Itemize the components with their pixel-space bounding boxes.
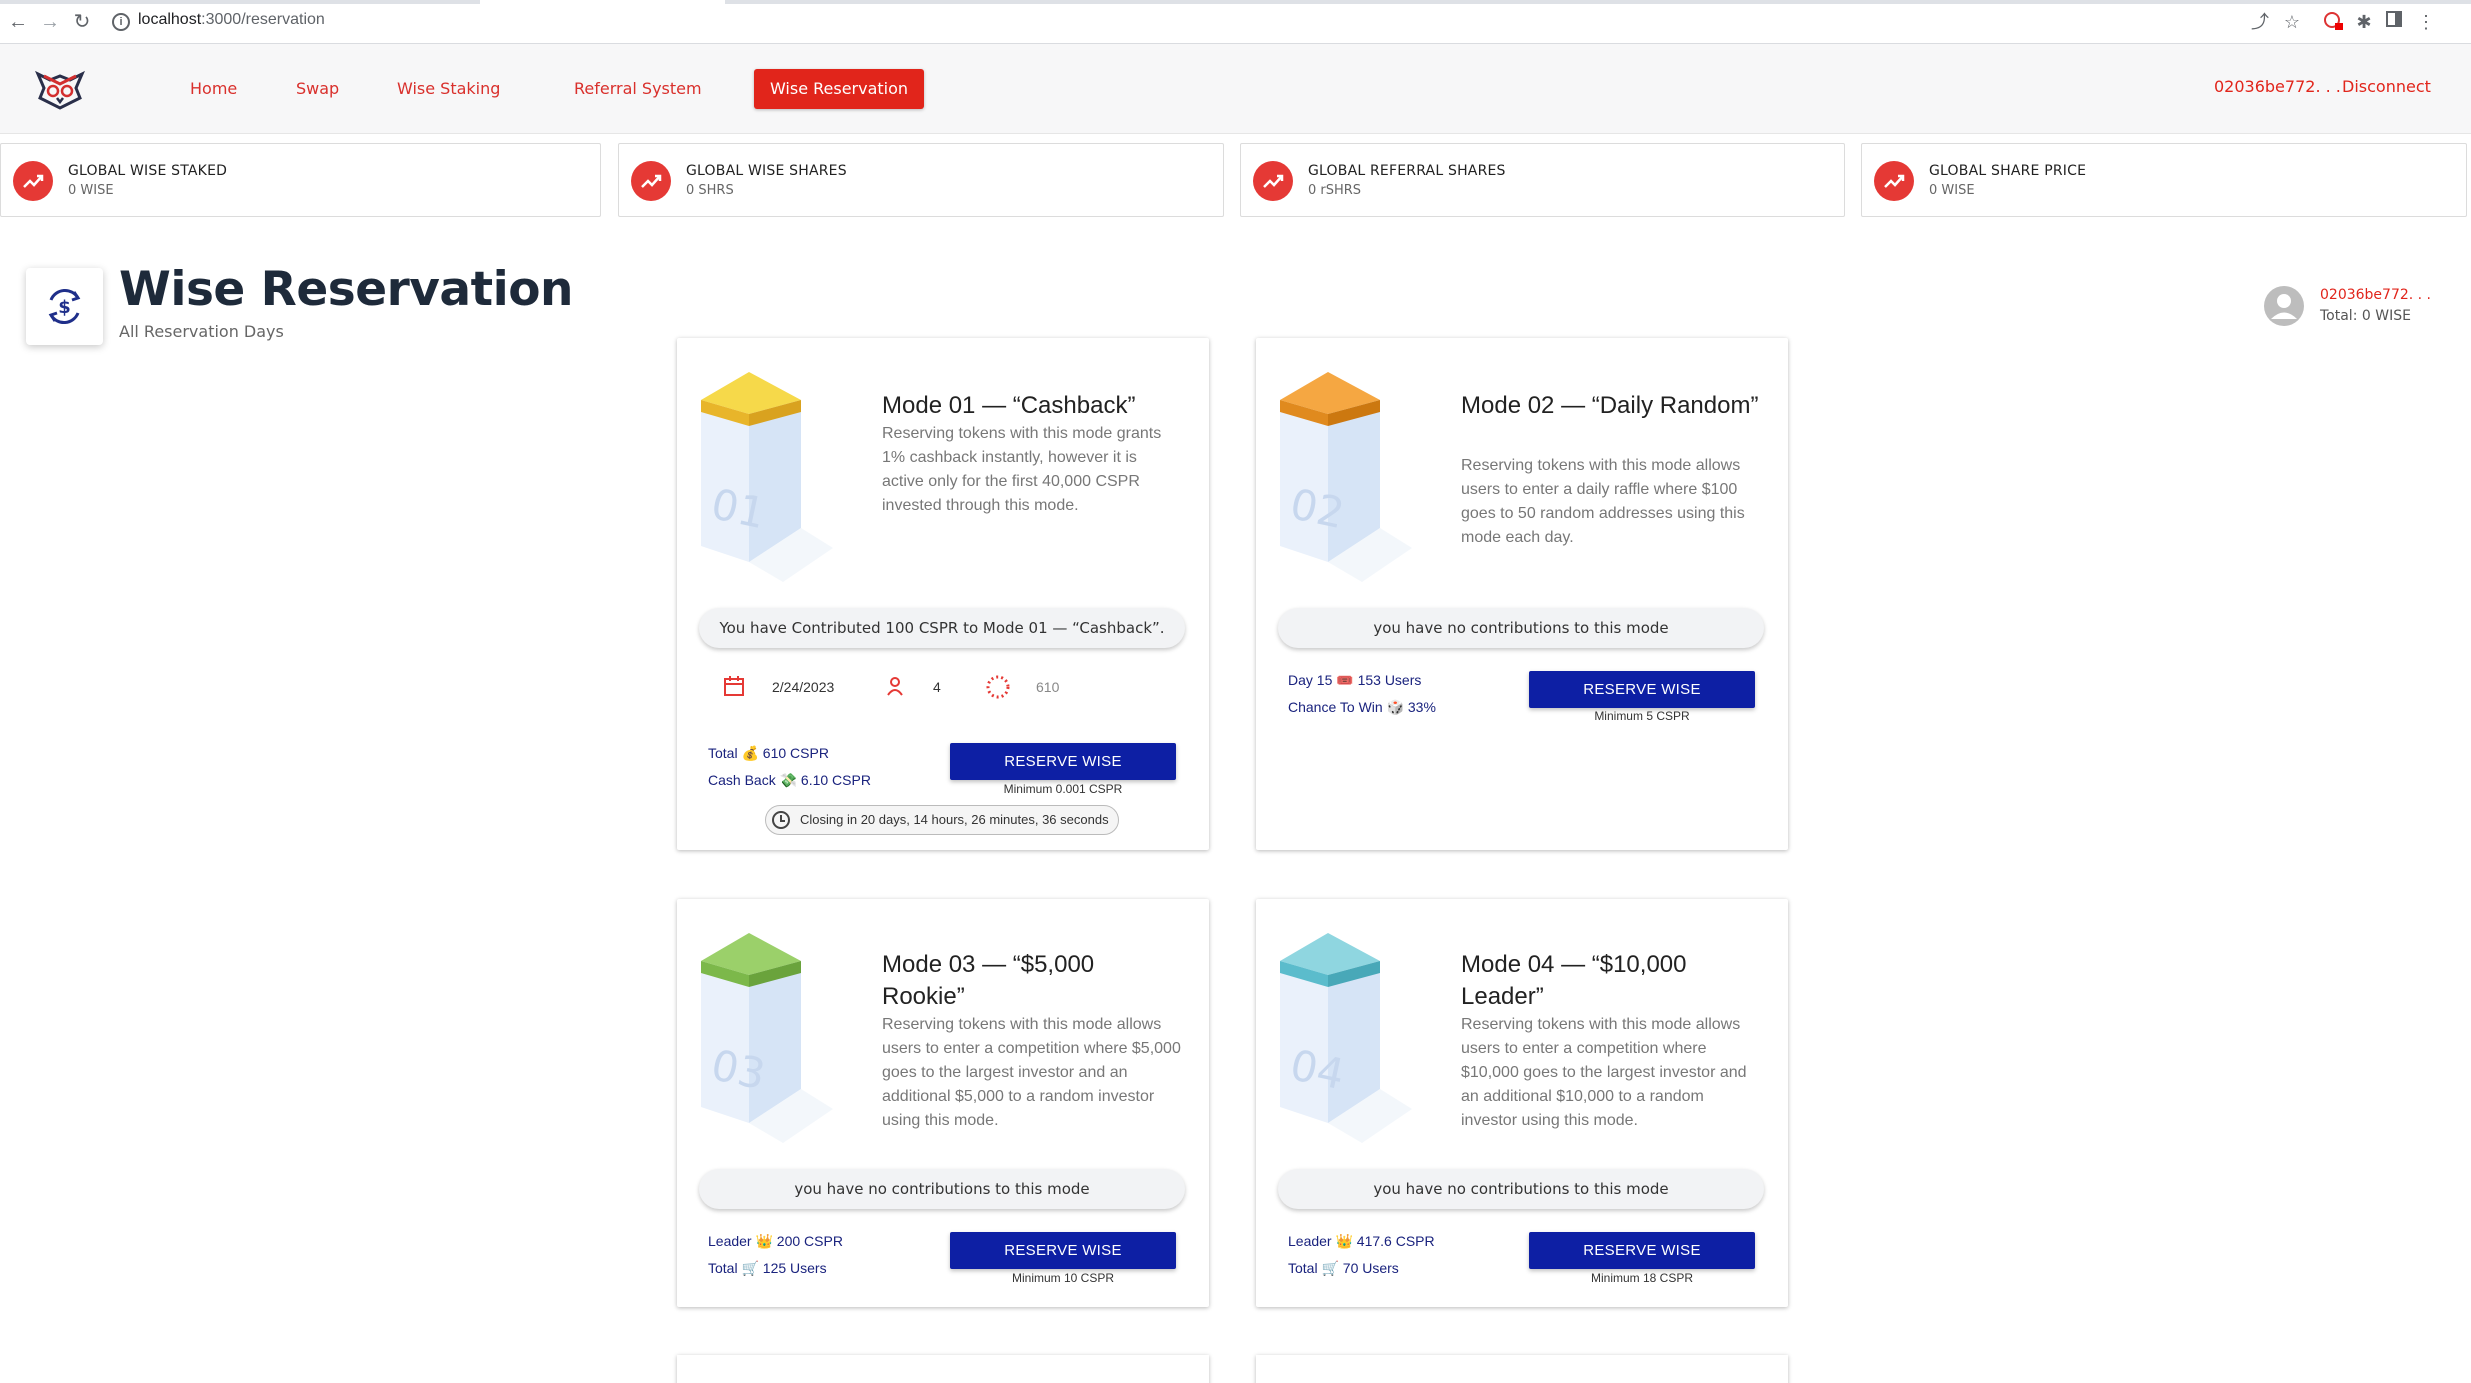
- contribution-status: you have no contributions to this mode: [1278, 608, 1764, 648]
- cube-03-icon: 03: [701, 933, 833, 1143]
- stat-value: 0 WISE: [1929, 183, 1975, 198]
- leader-amount: Leader 👑 417.6 CSPR: [1288, 1233, 1435, 1249]
- person-icon: [884, 675, 906, 702]
- total-users: Total 🛒 125 Users: [708, 1260, 827, 1276]
- trending-up-icon: [1253, 161, 1293, 201]
- wallet-address[interactable]: 02036be772. . .: [2214, 77, 2341, 96]
- reservation-dollar-icon: $: [26, 268, 103, 345]
- page-subtitle: All Reservation Days: [119, 322, 284, 341]
- svg-text:$: $: [58, 297, 71, 318]
- site-info-icon[interactable]: i: [112, 13, 130, 31]
- progress-value: 610: [1036, 679, 1060, 695]
- browser-menu-icon[interactable]: ⋮: [2414, 10, 2438, 34]
- reserve-wise-button[interactable]: RESERVE WISE: [1529, 671, 1755, 708]
- mode-description: Reserving tokens with this mode allows u…: [1461, 457, 1745, 546]
- mode-description: Reserving tokens with this mode allows u…: [882, 1016, 1181, 1129]
- chance-to-win: Chance To Win 🎲 33%: [1288, 699, 1436, 715]
- mode-card-daily-random: 02 Mode 02 — “Daily Random” Reserving to…: [1256, 338, 1788, 850]
- mode-title: Mode 02 — “Daily Random”: [1461, 392, 1759, 419]
- closing-text: Closing in 20 days, 14 hours, 26 minutes…: [800, 812, 1109, 827]
- address-bar[interactable]: localhost:3000/reservation: [138, 11, 325, 29]
- contribution-status: you have no contributions to this mode: [699, 1169, 1185, 1209]
- stat-title: GLOBAL SHARE PRICE: [1929, 163, 2087, 179]
- minimum-amount: Minimum 0.001 CSPR: [1003, 782, 1123, 796]
- calendar-icon: [723, 675, 745, 702]
- minimum-amount: Minimum 18 CSPR: [1590, 1271, 1694, 1285]
- avatar[interactable]: [2264, 286, 2304, 326]
- side-panel-icon[interactable]: [2382, 10, 2406, 34]
- extension-icon[interactable]: [2322, 10, 2346, 34]
- trending-up-icon: [1874, 161, 1914, 201]
- bookmark-star-icon[interactable]: ☆: [2280, 10, 2304, 34]
- active-tab[interactable]: [480, 0, 725, 4]
- mode-card-cashback: 01 Mode 01 — “Cashback” Reserving tokens…: [677, 338, 1209, 850]
- stat-card-global-referral-shares: GLOBAL REFERRAL SHARES 0 rSHRS: [1240, 143, 1845, 217]
- cashback-cspr: Cash Back 💸 6.10 CSPR: [708, 772, 871, 788]
- trending-up-icon: [631, 161, 671, 201]
- reservation-date: 2/24/2023: [772, 679, 835, 695]
- stat-value: 0 WISE: [68, 183, 114, 198]
- stat-card-global-share-price: GLOBAL SHARE PRICE 0 WISE: [1861, 143, 2467, 217]
- cube-04-icon: 04: [1280, 933, 1412, 1143]
- extensions-puzzle-icon[interactable]: ✱: [2352, 10, 2376, 34]
- clock-icon: [772, 811, 790, 829]
- mode-card-partial: [677, 1355, 1209, 1383]
- mode-card-5000-rookie: 03 Mode 03 — “$5,000 Rookie” Reserving t…: [677, 899, 1209, 1307]
- total-users: Total 🛒 70 Users: [1288, 1260, 1399, 1276]
- stat-title: GLOBAL REFERRAL SHARES: [1308, 163, 1506, 179]
- stat-title: GLOBAL WISE SHARES: [686, 163, 847, 179]
- total-cspr: Total 💰 610 CSPR: [708, 745, 829, 761]
- day-users: Day 15 🎟️ 153 Users: [1288, 672, 1422, 688]
- share-icon[interactable]: ⤴: [2248, 10, 2272, 34]
- stat-value: 0 SHRS: [686, 183, 734, 198]
- mode-title: Mode 01 — “Cashback”: [882, 392, 1136, 419]
- trending-up-icon: [13, 161, 53, 201]
- back-icon[interactable]: ←: [6, 10, 30, 34]
- stat-card-global-wise-staked: GLOBAL WISE STAKED 0 WISE: [0, 143, 601, 217]
- cube-02-icon: 02: [1280, 372, 1412, 582]
- reserve-wise-button[interactable]: RESERVE WISE: [1529, 1232, 1755, 1269]
- nav-wise-staking[interactable]: Wise Staking: [397, 79, 500, 98]
- closing-countdown: Closing in 20 days, 14 hours, 26 minutes…: [765, 805, 1119, 835]
- contribution-status: you have no contributions to this mode: [1278, 1169, 1764, 1209]
- owl-logo-icon[interactable]: [34, 64, 86, 112]
- participants-count: 4: [933, 679, 941, 695]
- progress-spinner-icon: [985, 674, 1011, 705]
- page-title: Wise Reservation: [119, 262, 573, 317]
- nav-referral-system[interactable]: Referral System: [574, 79, 702, 98]
- minimum-amount: Minimum 10 CSPR: [1011, 1271, 1115, 1285]
- mode-description: Reserving tokens with this mode allows u…: [1461, 1016, 1747, 1129]
- reserve-wise-button[interactable]: RESERVE WISE: [950, 1232, 1176, 1269]
- url-host: localhost: [138, 11, 202, 28]
- nav-home[interactable]: Home: [190, 79, 237, 98]
- mode-title: Mode 03 — “$5,000 Rookie”: [882, 951, 1095, 1010]
- tab-strip: [0, 0, 2471, 4]
- url-path: :3000/reservation: [201, 11, 325, 28]
- leader-amount: Leader 👑 200 CSPR: [708, 1233, 843, 1249]
- forward-icon[interactable]: →: [38, 10, 62, 34]
- user-total: Total: 0 WISE: [2320, 308, 2411, 324]
- browser-toolbar: ← → ↻ i localhost:3000/reservation ⤴ ☆ ✱…: [0, 0, 2471, 44]
- reload-icon[interactable]: ↻: [70, 10, 94, 34]
- contribution-status: You have Contributed 100 CSPR to Mode 01…: [699, 608, 1185, 648]
- nav-wise-reservation[interactable]: Wise Reservation: [754, 69, 924, 109]
- stat-card-global-wise-shares: GLOBAL WISE SHARES 0 SHRS: [618, 143, 1224, 217]
- cube-01-icon: 01: [701, 372, 833, 582]
- mode-card-partial: [1256, 1355, 1788, 1383]
- mode-description: Reserving tokens with this mode grants 1…: [882, 425, 1162, 514]
- stat-title: GLOBAL WISE STAKED: [68, 163, 228, 179]
- app-header: Home Swap Wise Staking Referral System W…: [0, 44, 2471, 134]
- minimum-amount: Minimum 5 CSPR: [1594, 709, 1690, 723]
- mode-title: Mode 04 — “$10,000 Leader”: [1461, 951, 1687, 1010]
- reserve-wise-button[interactable]: RESERVE WISE: [950, 743, 1176, 780]
- stat-value: 0 rSHRS: [1308, 183, 1362, 198]
- disconnect-button[interactable]: Disconnect: [2342, 77, 2431, 96]
- nav-swap[interactable]: Swap: [296, 79, 339, 98]
- mode-card-10000-leader: 04 Mode 04 — “$10,000 Leader” Reserving …: [1256, 899, 1788, 1307]
- user-address[interactable]: 02036be772. . .: [2320, 287, 2431, 303]
